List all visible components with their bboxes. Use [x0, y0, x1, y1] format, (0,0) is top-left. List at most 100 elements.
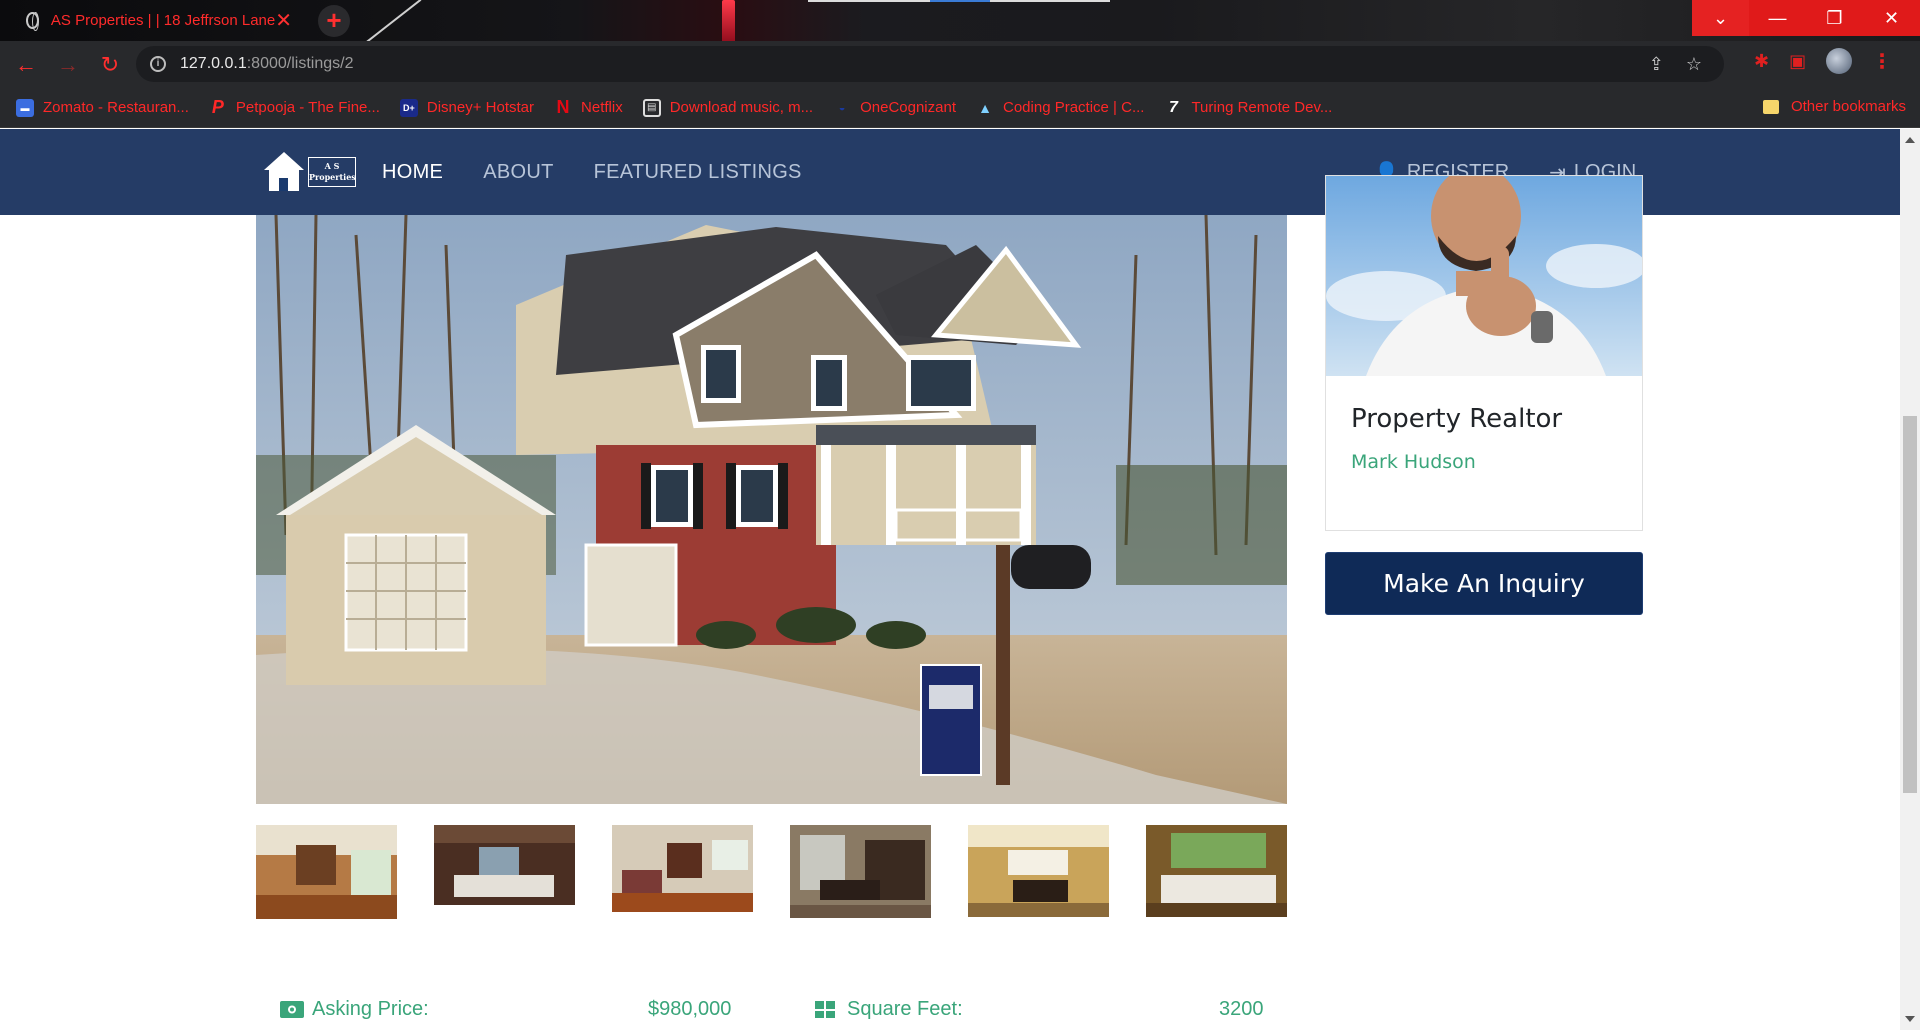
share-icon[interactable]: ⇪	[1649, 54, 1664, 75]
family-room-photo	[612, 825, 753, 912]
square-feet-value-cell: 3200	[1219, 998, 1264, 1021]
asking-price-row: Asking Price:	[280, 998, 429, 1021]
reload-icon[interactable]: ↻	[94, 52, 126, 78]
sunroom-photo	[1146, 825, 1287, 917]
bookmark-petpooja[interactable]: P Petpooja - The Fine...	[209, 97, 380, 117]
square-feet-label: Square Feet:	[847, 998, 963, 1020]
bookmark-label: Disney+ Hotstar	[426, 99, 535, 116]
gallery-thumbnail[interactable]	[1146, 825, 1287, 917]
bookmark-coding-practice[interactable]: ▲ Coding Practice | C...	[976, 99, 1144, 117]
asking-price-value: $980,000	[648, 998, 732, 1020]
extensions-area: ✱ ▣ ⋮	[1754, 48, 1892, 74]
turing-icon: 7	[1169, 98, 1178, 116]
bookmark-label: Zomato - Restauran...	[43, 99, 189, 116]
page-scrollbar[interactable]	[1900, 129, 1920, 1030]
realtor-portrait	[1326, 176, 1642, 376]
restore-icon[interactable]: ❐	[1806, 0, 1863, 36]
browser-tab-strip: AS Properties | | 18 Jeffrson Lane ✕ + ⌄…	[0, 0, 1920, 45]
nav-home[interactable]: HOME	[382, 161, 443, 184]
brand-line2: Properties	[309, 172, 356, 182]
forward-icon[interactable]: →	[52, 52, 84, 78]
browser-tab-active[interactable]: AS Properties | | 18 Jeffrson Lane ✕	[10, 0, 310, 41]
bookmark-onecognizant[interactable]: ◒ OneCognizant	[833, 99, 956, 117]
brand-logo[interactable]: A S Properties	[264, 151, 356, 193]
asking-price-value-cell: $980,000	[648, 998, 731, 1021]
gallery-thumbnail[interactable]	[968, 825, 1109, 917]
window-controls: ⌄ — ❐ ✕	[1692, 0, 1920, 36]
wallpaper-line	[930, 0, 990, 2]
window-close-icon[interactable]: ✕	[1863, 0, 1920, 36]
bookmark-star-icon[interactable]: ☆	[1686, 54, 1702, 75]
extension-puzzle-icon[interactable]: ✱	[1754, 51, 1769, 72]
url-host: 127.0.0.1	[180, 55, 247, 72]
globe-icon	[26, 12, 39, 31]
tab-search-icon[interactable]: ⌄	[1692, 0, 1749, 36]
address-bar[interactable]: i 127.0.0.1:8000/listings/2 ⇪ ☆	[136, 46, 1724, 82]
realtor-title: Property Realtor	[1351, 404, 1563, 434]
bookmark-label: Coding Practice | C...	[1003, 99, 1145, 116]
zomato-icon: ▬	[16, 98, 34, 117]
thumbnail-gallery	[256, 825, 1287, 919]
new-tab-button[interactable]: +	[318, 5, 350, 37]
money-bill-icon	[280, 1001, 304, 1018]
house-photo	[256, 215, 1287, 804]
other-bookmarks[interactable]: Other bookmarks	[1762, 98, 1906, 115]
gallery-thumbnail[interactable]	[790, 825, 931, 918]
bookmark-hotstar[interactable]: D+ Disney+ Hotstar	[399, 98, 535, 117]
bookmark-label: Netflix	[581, 99, 623, 116]
billiard-room-photo	[968, 825, 1109, 917]
site-info-icon[interactable]: i	[150, 56, 166, 72]
url-path: :8000/listings/2	[246, 55, 354, 72]
wallpaper-streak	[722, 0, 735, 45]
netflix-icon: N	[556, 97, 570, 117]
scroll-up-arrow-icon[interactable]	[1905, 137, 1915, 143]
brand-text: A S Properties	[308, 157, 356, 187]
wallpaper-streak	[365, 0, 422, 44]
make-inquiry-button[interactable]: Make An Inquiry	[1325, 552, 1643, 615]
square-feet-row: Square Feet:	[815, 998, 963, 1021]
main-listing-photo	[256, 215, 1287, 804]
dining-room-photo	[790, 825, 931, 918]
bookmark-label: Download music, m...	[669, 99, 814, 116]
kitchen-photo	[256, 825, 397, 919]
gallery-thumbnail[interactable]	[612, 825, 753, 912]
scrollbar-thumb[interactable]	[1903, 416, 1917, 793]
gallery-thumbnail[interactable]	[434, 825, 575, 905]
living-room-photo	[434, 825, 575, 905]
back-icon[interactable]: ←	[10, 52, 42, 78]
extension-icon[interactable]: ▣	[1789, 51, 1806, 72]
realtor-name[interactable]: Mark Hudson	[1351, 451, 1476, 473]
menu-kebab-icon[interactable]: ⋮	[1872, 49, 1892, 74]
bookmark-label: Turing Remote Dev...	[1191, 99, 1333, 116]
folder-icon	[1762, 99, 1779, 114]
download-icon: ▤	[642, 98, 661, 117]
bookmark-turing[interactable]: 7 Turing Remote Dev...	[1164, 99, 1332, 117]
bookmark-label: OneCognizant	[860, 99, 956, 116]
hotstar-icon: D+	[399, 98, 418, 117]
scroll-down-arrow-icon[interactable]	[1905, 1016, 1915, 1022]
cognizant-icon: ◒	[838, 101, 846, 114]
realtor-photo	[1326, 176, 1642, 376]
tab-close-icon[interactable]: ✕	[275, 8, 292, 33]
brand-line1: A S	[324, 161, 340, 171]
nav-featured-listings[interactable]: FEATURED LISTINGS	[594, 161, 802, 184]
petpooja-icon: P	[211, 97, 224, 117]
gallery-thumbnail[interactable]	[256, 825, 397, 919]
asking-price-label: Asking Price:	[312, 998, 429, 1020]
square-feet-value: 3200	[1219, 998, 1264, 1020]
tab-title: AS Properties | | 18 Jeffrson Lane	[50, 12, 276, 29]
browser-toolbar: ← → ↻ i 127.0.0.1:8000/listings/2 ⇪ ☆	[0, 41, 1920, 88]
bookmark-zomato[interactable]: ▬ Zomato - Restauran...	[16, 98, 189, 117]
profile-avatar[interactable]	[1826, 48, 1853, 74]
bookmark-download-music[interactable]: ▤ Download music, m...	[642, 98, 814, 117]
minimize-icon[interactable]: —	[1749, 0, 1806, 36]
grid-icon	[815, 1001, 835, 1018]
nav-about[interactable]: ABOUT	[483, 161, 553, 184]
coding-icon: ▲	[978, 99, 992, 116]
bookmark-netflix[interactable]: N Netflix	[554, 97, 623, 117]
other-bookmarks-label: Other bookmarks	[1790, 98, 1906, 115]
realtor-card: Property Realtor Mark Hudson	[1325, 175, 1643, 531]
house-icon	[264, 152, 304, 192]
bookmarks-bar: ▬ Zomato - Restauran... P Petpooja - The…	[0, 88, 1920, 128]
nav-links: HOME ABOUT FEATURED LISTINGS	[382, 129, 842, 215]
